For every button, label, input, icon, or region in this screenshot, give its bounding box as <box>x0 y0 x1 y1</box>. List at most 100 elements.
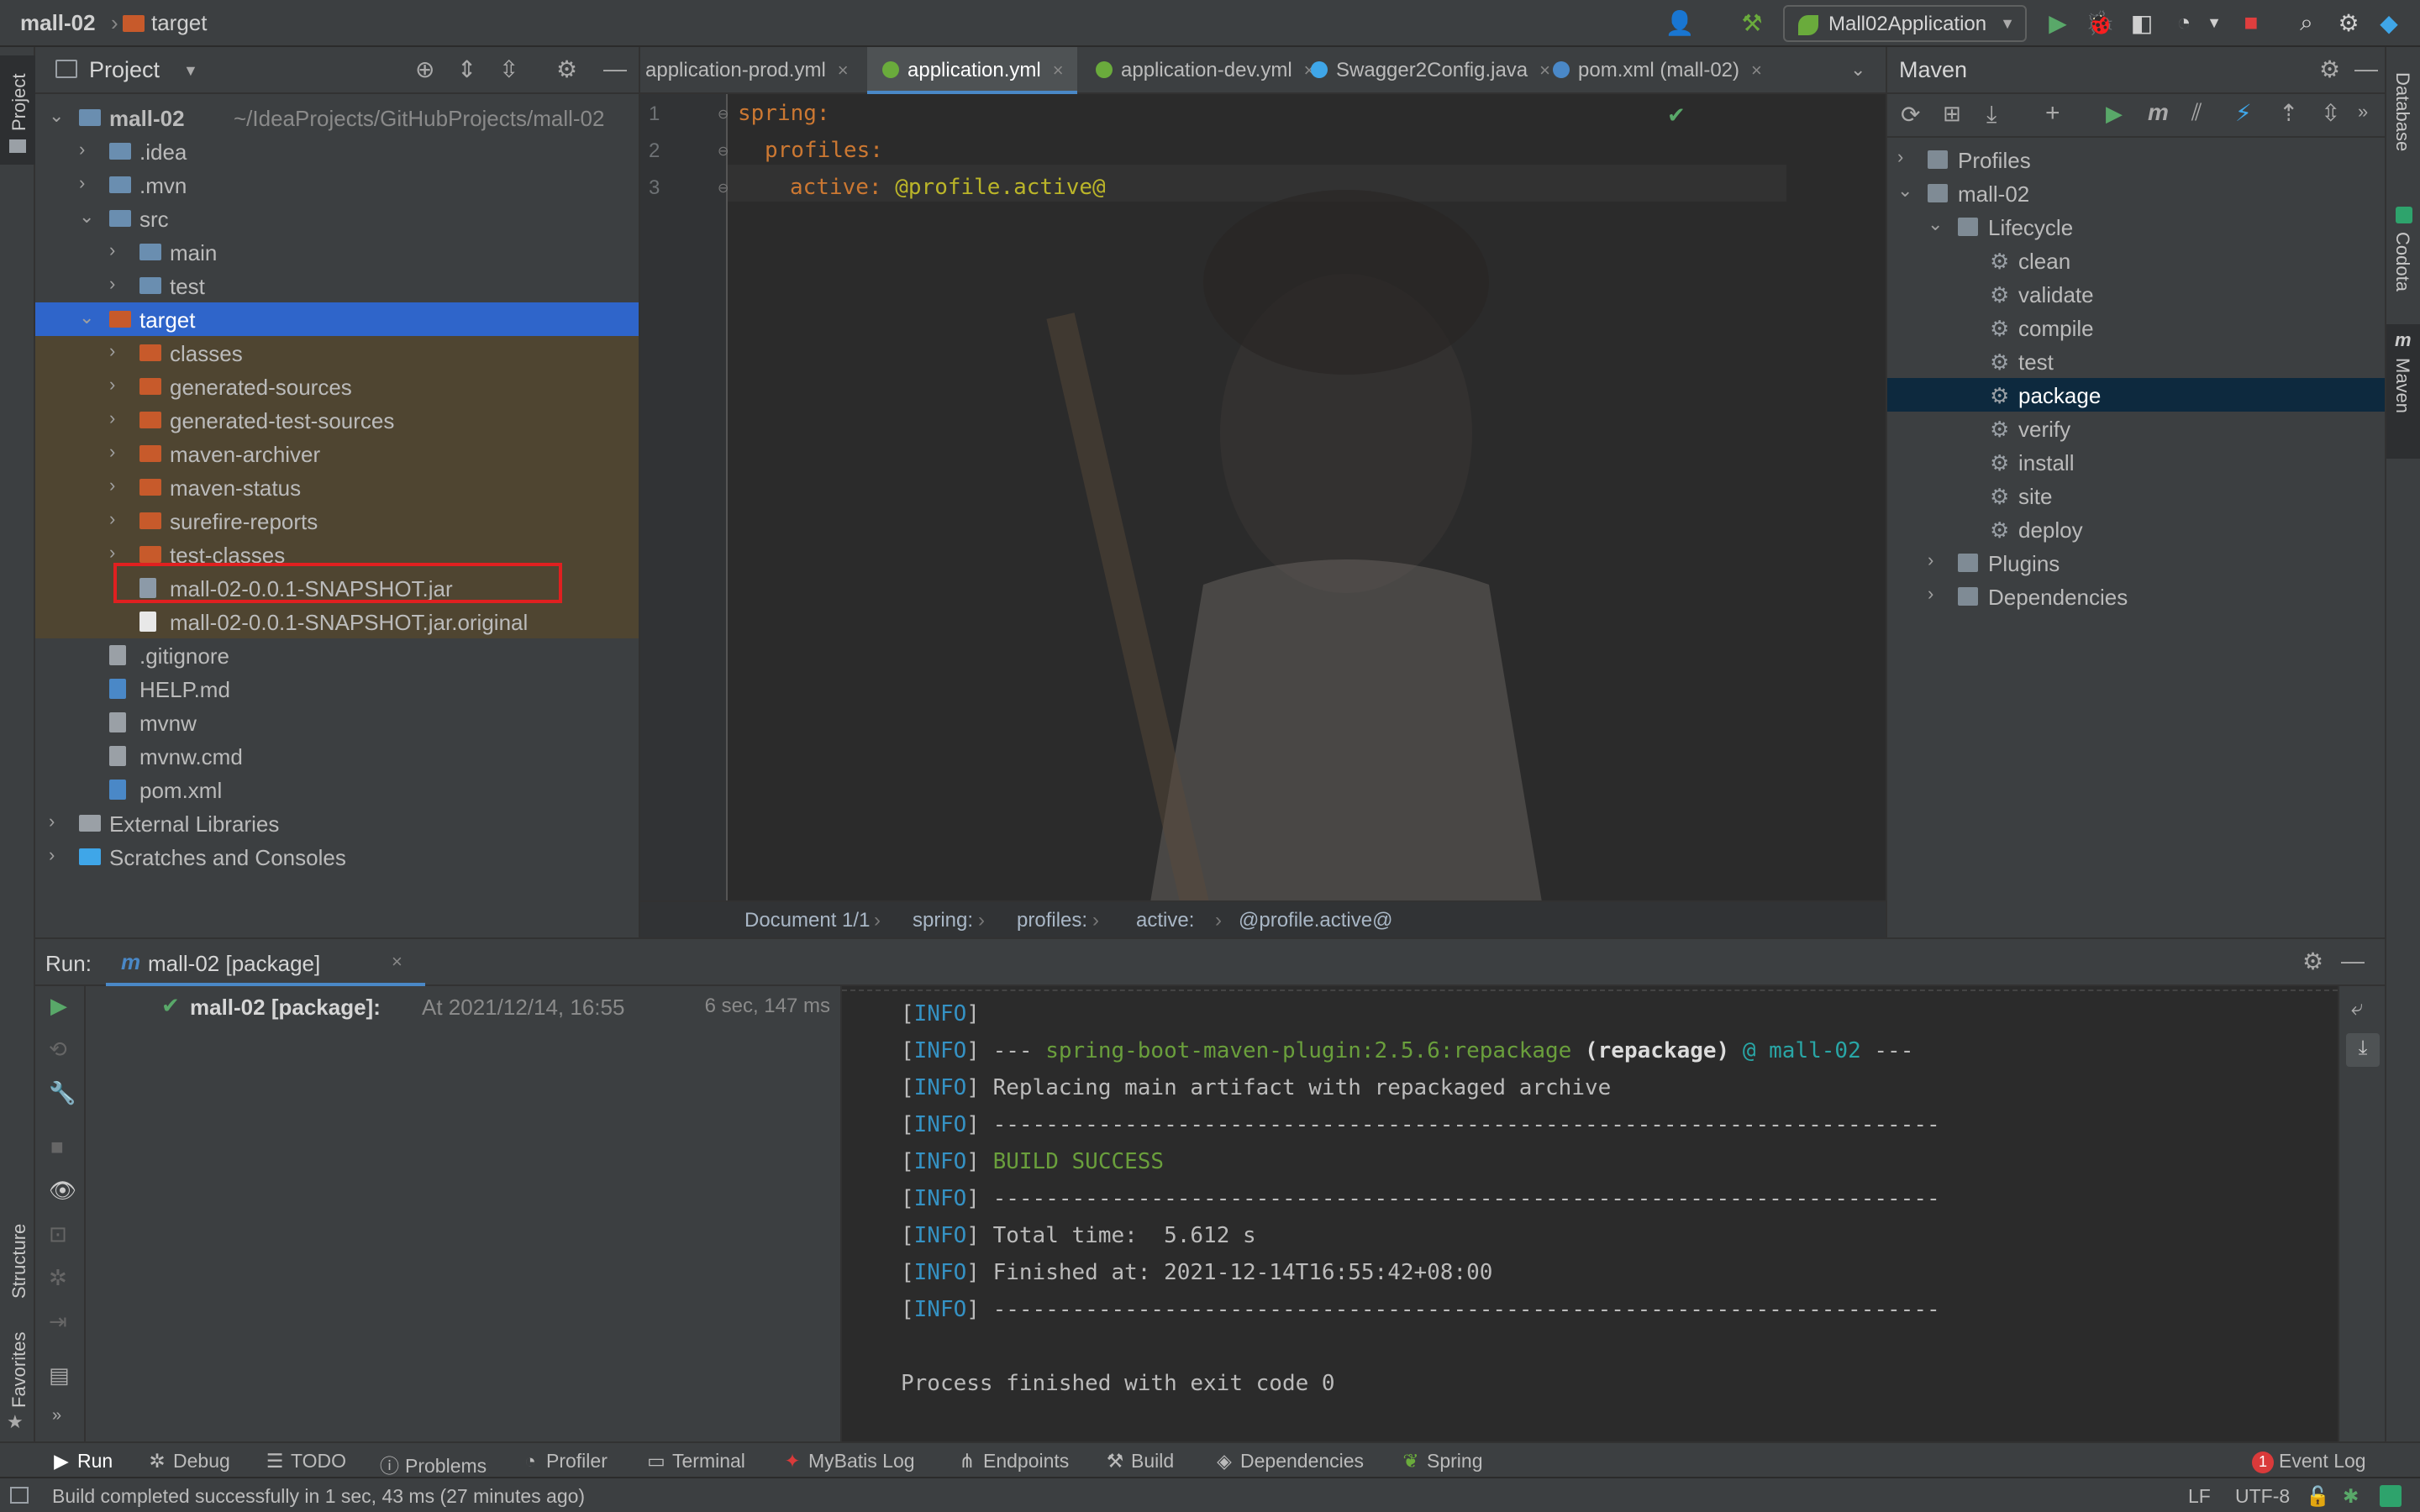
chevron-down-icon[interactable]: ⌄ <box>49 105 64 127</box>
show-dependencies-icon[interactable]: ⇡ <box>2279 99 2298 127</box>
line-separator-indicator[interactable]: LF <box>2188 1485 2211 1508</box>
tree-item-generated-sources[interactable]: › generated-sources <box>35 370 639 403</box>
chevron-right-icon[interactable]: › <box>49 844 55 866</box>
tree-item-help-md[interactable]: HELP.md <box>35 672 639 706</box>
layout-icon[interactable]: ▤ <box>49 1362 70 1389</box>
maven-tree-item-site[interactable]: ⚙ site <box>1887 479 2386 512</box>
chevron-right-icon[interactable]: › <box>1928 549 1933 571</box>
tree-item-pom-xml[interactable]: pom.xml <box>35 773 639 806</box>
run-configuration-select[interactable]: Mall02Application ▼ <box>1783 5 2027 42</box>
chevron-right-icon[interactable]: › <box>109 542 115 564</box>
gear-icon[interactable]: ⚙ <box>2302 948 2323 975</box>
chevron-right-icon[interactable]: › <box>79 172 85 194</box>
console-output[interactable]: [INFO] [INFO] --- spring-boot-maven-plugi… <box>842 986 2338 1443</box>
breadcrumb-item[interactable]: spring: <box>913 909 973 932</box>
editor-tab[interactable]: pom.xml (mall-02) × <box>1538 47 1781 94</box>
breadcrumb-item[interactable]: active: <box>1136 909 1194 932</box>
expand-all-icon[interactable]: ⇕ <box>457 55 476 83</box>
rerun-icon[interactable]: ▶ <box>50 993 67 1019</box>
chevron-right-icon[interactable]: › <box>109 340 115 362</box>
fold-marker-icon[interactable]: ⊖ <box>718 180 729 197</box>
project-panel-title[interactable]: Project <box>89 57 160 83</box>
add-folder-icon[interactable]: ⊞ <box>1943 101 1961 127</box>
maven-tree-item-compile[interactable]: ⚙ compile <box>1887 311 2386 344</box>
chevron-down-icon[interactable]: ⌄ <box>79 307 94 328</box>
fold-marker-icon[interactable]: ⊖ <box>718 106 729 123</box>
more-icon[interactable]: » <box>2358 101 2368 123</box>
tool-window-endpoints[interactable]: ⋔ Endpoints <box>958 1450 1069 1473</box>
chevron-down-icon[interactable]: ▼ <box>183 62 198 80</box>
debug-icon[interactable]: 🐞 <box>2086 8 2115 37</box>
search-icon[interactable]: ⌕ <box>2292 8 2321 37</box>
maven-tree-item-lifecycle[interactable]: ⌄ Lifecycle <box>1887 210 2386 244</box>
status-message[interactable]: Build completed successfully in 1 sec, 4… <box>52 1485 585 1508</box>
tab-list-chevron-icon[interactable]: ⌄ <box>1850 59 1865 81</box>
maven-tree-item-mall-02[interactable]: ⌄ mall-02 <box>1887 176 2386 210</box>
run-tree-item[interactable]: ✔ mall-02 [package]: At 2021/12/14, 16:5… <box>86 986 842 1023</box>
breadcrumb-folder[interactable]: target <box>123 10 208 36</box>
close-icon[interactable]: × <box>392 951 402 973</box>
tree-item-external-libraries[interactable]: › External Libraries <box>35 806 639 840</box>
tree-item-maven-archiver[interactable]: › maven-archiver <box>35 437 639 470</box>
tool-window-terminal[interactable]: ▭ Terminal <box>647 1450 745 1473</box>
fold-marker-icon[interactable]: ⊖ <box>718 143 729 160</box>
tree-item-mvnw[interactable]: mvnw <box>35 706 639 739</box>
minimize-icon[interactable]: — <box>603 55 627 82</box>
run-icon[interactable]: ▶ <box>2044 8 2072 37</box>
tool-window-profiler[interactable]: ◔ Profiler <box>521 1450 608 1473</box>
maven-tree-item-validate[interactable]: ⚙ validate <box>1887 277 2386 311</box>
coverage-icon[interactable]: ◧ <box>2128 8 2156 37</box>
close-icon[interactable]: × <box>1751 60 1762 81</box>
eye-icon[interactable]: 👁 <box>49 1178 76 1204</box>
scroll-to-end-icon[interactable]: ⤓ <box>2346 1033 2380 1067</box>
breadcrumb-item[interactable]: profiles: <box>1017 909 1087 932</box>
chevron-right-icon[interactable]: › <box>109 508 115 530</box>
maven-tree-item-plugins[interactable]: › Plugins <box>1887 546 2386 580</box>
chevron-down-icon[interactable]: ▼ <box>2200 8 2228 37</box>
tree-item-maven-status[interactable]: › maven-status <box>35 470 639 504</box>
soft-wrap-icon[interactable]: ⤶ <box>2351 995 2364 1021</box>
chevron-down-icon[interactable]: ⌄ <box>79 206 94 228</box>
tree-item-mall-02-0-0-1-snapshot-jar-original[interactable]: mall-02-0.0.1-SNAPSHOT.jar.original <box>35 605 639 638</box>
maven-tree-item-dependencies[interactable]: › Dependencies <box>1887 580 2386 613</box>
editor-tab[interactable]: Swagger2Config.java × <box>1296 47 1550 94</box>
tree-item-idea[interactable]: › .idea <box>35 134 639 168</box>
chevron-right-icon[interactable]: › <box>109 441 115 463</box>
chevron-right-icon[interactable]: › <box>49 811 55 832</box>
add-icon[interactable]: + <box>2045 99 2060 128</box>
tree-item-generated-test-sources[interactable]: › generated-test-sources <box>35 403 639 437</box>
build-hammer-icon[interactable]: ⚒ <box>1738 8 1766 37</box>
maven-tool-button[interactable]: m Maven <box>2386 324 2420 459</box>
tool-window-dependencies[interactable]: ◈ Dependencies <box>1215 1450 1364 1473</box>
toggle-offline-icon[interactable]: ⫽ <box>2191 99 2202 127</box>
locate-icon[interactable]: ⊕ <box>415 55 434 83</box>
breadcrumb-item[interactable]: Document 1/1 <box>744 909 870 932</box>
chevron-right-icon[interactable]: › <box>109 475 115 496</box>
project-tool-button[interactable]: Project <box>0 55 35 165</box>
maven-tree-item-install[interactable]: ⚙ install <box>1887 445 2386 479</box>
download-icon[interactable]: ⤓ <box>1986 101 1996 129</box>
stop-icon[interactable]: ■ <box>2237 8 2265 37</box>
tool-window-problems[interactable]: ⓘ Problems <box>380 1450 487 1478</box>
close-icon[interactable]: × <box>1053 60 1064 81</box>
maven-tree-item-verify[interactable]: ⚙ verify <box>1887 412 2386 445</box>
breadcrumb-item[interactable]: @profile.active@ <box>1239 909 1392 932</box>
tool-window-todo[interactable]: ☰ TODO <box>266 1450 346 1473</box>
editor-tab[interactable]: application-prod.yml × <box>640 47 864 94</box>
chevron-right-icon[interactable]: › <box>109 239 115 261</box>
inspection-icon[interactable]: ✱ <box>2343 1485 2359 1508</box>
code-line-2[interactable]: profiles: <box>765 138 883 163</box>
tree-item-surefire-reports[interactable]: › surefire-reports <box>35 504 639 538</box>
editor-tab[interactable]: application.yml × <box>867 47 1077 94</box>
lock-icon[interactable]: 🔓 <box>2306 1485 2330 1508</box>
codota-tool-button[interactable]: Codota <box>2386 207 2420 316</box>
run-tab[interactable]: m mall-02 [package] × <box>106 939 425 986</box>
run-icon[interactable]: ▶ <box>2106 101 2123 127</box>
favorites-tool-button[interactable]: Favorites ★ <box>0 1307 35 1432</box>
chevron-right-icon[interactable]: › <box>1928 583 1933 605</box>
gear-icon[interactable]: ⚙ <box>2334 8 2363 37</box>
breadcrumb-project[interactable]: mall-02 <box>20 10 96 36</box>
database-tool-button[interactable]: Database <box>2386 64 2420 190</box>
chevron-right-icon[interactable]: › <box>79 139 85 160</box>
gear-icon[interactable]: ⚙ <box>2319 55 2340 83</box>
